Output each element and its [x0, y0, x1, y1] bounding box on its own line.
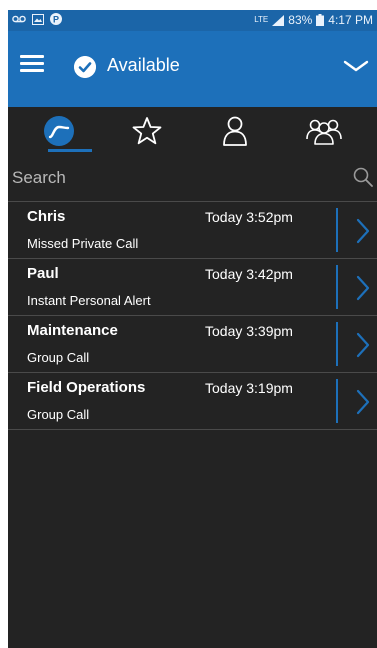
- tab-favorites[interactable]: [107, 107, 187, 155]
- call-time: Today 3:42pm: [205, 266, 293, 282]
- recents-icon: [44, 116, 74, 146]
- network-type: LTE: [254, 15, 269, 24]
- app-screen: P LTE 83% 4:17 PM Available Search Chris…: [8, 10, 377, 648]
- chevron-right-icon[interactable]: [356, 275, 370, 301]
- star-icon: [132, 117, 162, 145]
- hamburger-icon[interactable]: [20, 55, 44, 73]
- person-icon: [223, 116, 247, 146]
- row-divider: [336, 379, 338, 423]
- clock: 4:17 PM: [328, 13, 373, 27]
- group-icon: [306, 119, 342, 145]
- presence-status[interactable]: Available: [107, 55, 180, 76]
- image-icon: [32, 13, 44, 25]
- status-bar: P LTE 83% 4:17 PM: [8, 10, 377, 31]
- list-item[interactable]: Chris Today 3:52pm Missed Private Call: [8, 202, 377, 259]
- call-history-list: Chris Today 3:52pm Missed Private Call P…: [8, 202, 377, 430]
- signal-icon: [272, 14, 285, 26]
- contact-name: Maintenance: [27, 322, 118, 339]
- voicemail-icon: [12, 15, 26, 23]
- row-divider: [336, 265, 338, 309]
- contact-name: Field Operations: [27, 379, 146, 396]
- check-circle-icon[interactable]: [74, 56, 96, 78]
- tab-recents[interactable]: [19, 107, 99, 155]
- call-type: Group Call: [27, 407, 90, 422]
- battery-percent: 83%: [288, 13, 313, 27]
- svg-text:P: P: [53, 15, 59, 25]
- call-type: Instant Personal Alert: [27, 293, 151, 308]
- list-item[interactable]: Field Operations Today 3:19pm Group Call: [8, 373, 377, 430]
- search-bar: [8, 155, 377, 202]
- list-item[interactable]: Maintenance Today 3:39pm Group Call: [8, 316, 377, 373]
- call-type: Group Call: [27, 350, 90, 365]
- tab-contacts[interactable]: [195, 107, 275, 155]
- chevron-right-icon[interactable]: [356, 218, 370, 244]
- status-right: LTE 83% 4:17 PM: [254, 13, 373, 27]
- p-icon: P: [50, 13, 62, 25]
- search-icon[interactable]: [353, 167, 373, 187]
- chevron-right-icon[interactable]: [356, 389, 370, 415]
- row-divider: [336, 208, 338, 252]
- list-item[interactable]: Paul Today 3:42pm Instant Personal Alert: [8, 259, 377, 316]
- search-input[interactable]: [10, 163, 344, 193]
- contact-name: Chris: [27, 208, 66, 225]
- row-divider: [336, 322, 338, 366]
- call-time: Today 3:52pm: [205, 209, 293, 225]
- status-left-icons: P: [12, 13, 62, 25]
- call-time: Today 3:39pm: [205, 323, 293, 339]
- call-type: Missed Private Call: [27, 236, 139, 251]
- app-bar: Available: [8, 31, 377, 107]
- battery-icon: [316, 14, 325, 26]
- contact-name: Paul: [27, 265, 59, 282]
- chevron-right-icon[interactable]: [356, 332, 370, 358]
- tab-groups[interactable]: [284, 107, 364, 155]
- chevron-down-icon[interactable]: [343, 59, 369, 73]
- tab-selected-indicator: [48, 149, 92, 152]
- call-time: Today 3:19pm: [205, 380, 293, 396]
- tab-bar: [8, 107, 377, 155]
